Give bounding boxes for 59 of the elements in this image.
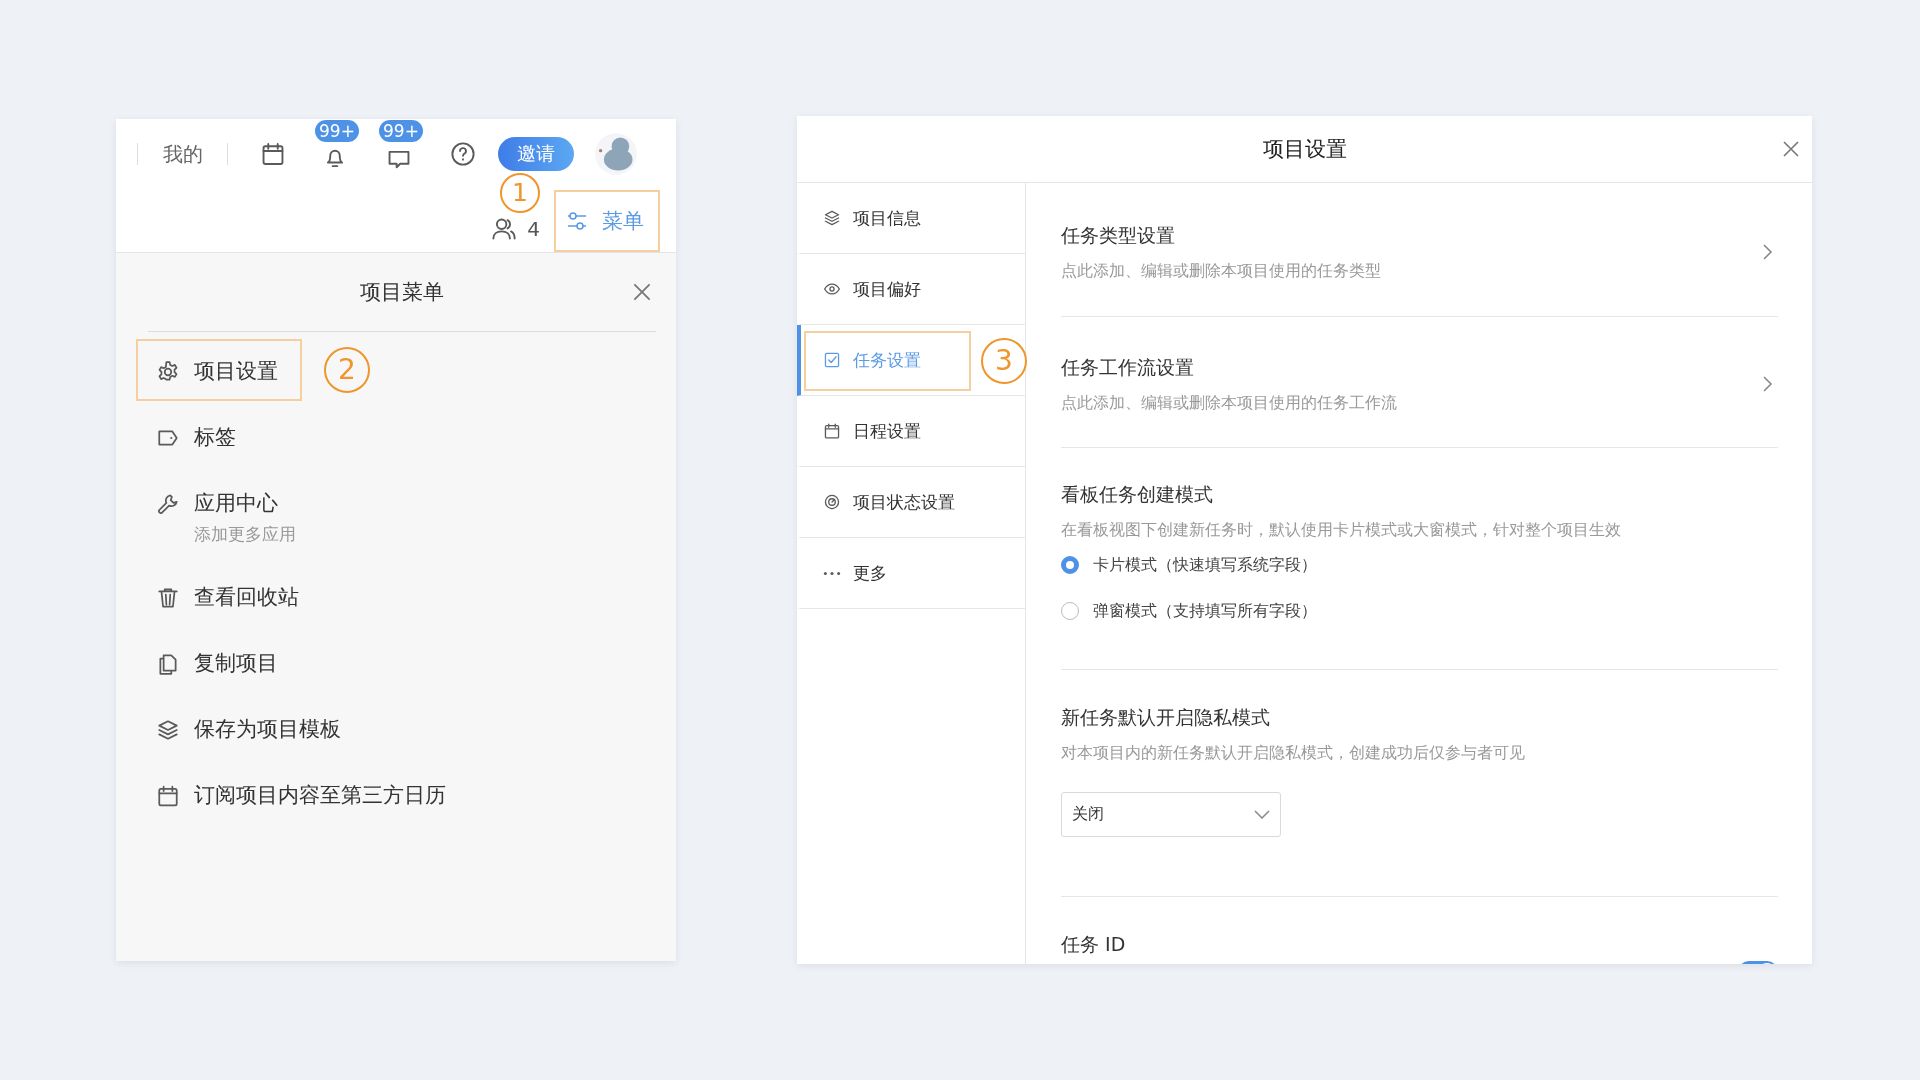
- dialog-title: 项目设置: [1262, 136, 1347, 163]
- menu-item-subtitle: 添加更多应用: [194, 523, 296, 545]
- member-count: 4: [527, 216, 540, 241]
- menu-item-label: 订阅项目内容至第三方日历: [194, 782, 446, 809]
- menu-item-label: 应用中心: [194, 490, 279, 517]
- target-icon: [823, 493, 841, 511]
- caret-icon: [1254, 809, 1270, 820]
- checkbox-icon: [823, 351, 841, 369]
- radio-button[interactable]: [1061, 602, 1079, 620]
- sidebar-item[interactable]: 日程设置: [797, 396, 1025, 467]
- menu-item[interactable]: 项目设置: [136, 338, 298, 404]
- section-description: 在看板视图下创建新任务时，默认使用卡片模式或大窗模式，针对整个项目生效: [1061, 520, 1622, 541]
- copy-icon: [156, 652, 180, 676]
- menu-item-label: 项目设置: [194, 358, 278, 385]
- more-icon: [823, 570, 841, 576]
- menu-item[interactable]: 复制项目: [136, 630, 298, 696]
- wrench-icon: [156, 492, 180, 516]
- my-tab[interactable]: 我的: [163, 140, 203, 168]
- calendar-icon: [156, 784, 180, 808]
- menu-item[interactable]: 订阅项目内容至第三方日历: [136, 762, 466, 828]
- trash-icon: [156, 586, 180, 610]
- menu-item-label: 保存为项目模板: [194, 716, 341, 743]
- sidebar-item[interactable]: 更多: [797, 538, 1025, 609]
- sliders-icon: [566, 209, 588, 232]
- help-icon[interactable]: [450, 141, 476, 167]
- menu-item[interactable]: 应用中心 添加更多应用: [136, 470, 316, 564]
- menu-item-label: 查看回收站: [194, 584, 299, 611]
- menu-item[interactable]: 查看回收站: [136, 564, 319, 630]
- dropdown-field[interactable]: 关闭: [1061, 792, 1281, 837]
- annotation-marker: 3: [981, 338, 1027, 384]
- section-description: 对本项目内的新任务默认开启隐私模式，创建成功后仅参与者可见: [1061, 743, 1526, 764]
- radio-label: 弹窗模式（支持填写所有字段）: [1093, 600, 1317, 622]
- menu-item-label: 标签: [194, 424, 236, 451]
- section-title: 任务 ID: [1061, 932, 1127, 957]
- menu-item[interactable]: 标签: [136, 404, 256, 470]
- settings-icon: [156, 360, 180, 384]
- radio-label: 卡片模式（快速填写系统字段）: [1093, 554, 1317, 576]
- section-title: 任务类型设置: [1061, 222, 1176, 248]
- section-title: 任务工作流设置: [1061, 355, 1195, 380]
- layers-icon: [823, 209, 841, 227]
- section-description: 点此添加、编辑或删除本项目使用的任务类型: [1061, 260, 1382, 282]
- sidebar-item[interactable]: 项目信息: [797, 183, 1025, 254]
- avatar-icon[interactable]: [594, 132, 638, 176]
- radio-button[interactable]: [1061, 556, 1079, 574]
- layers-icon: [156, 718, 180, 742]
- calendar-icon[interactable]: [260, 141, 286, 167]
- menu-title: 项目菜单: [360, 279, 444, 306]
- menu-item-label: 复制项目: [194, 650, 278, 677]
- sidebar-item[interactable]: 项目状态设置: [797, 467, 1025, 538]
- annotation-marker: 1: [500, 172, 540, 213]
- calendar-icon: [823, 422, 841, 440]
- count-badge: 99+: [379, 120, 423, 142]
- section-title: 看板任务创建模式: [1061, 482, 1214, 507]
- count-badge: 99+: [315, 120, 359, 142]
- section-description: 点此添加、编辑或删除本项目使用的任务工作流: [1061, 393, 1398, 414]
- menu-item[interactable]: 保存为项目模板: [136, 696, 361, 762]
- annotation-marker: 2: [324, 347, 370, 393]
- sidebar-item[interactable]: 项目偏好: [797, 254, 1025, 325]
- section-title: 新任务默认开启隐私模式: [1061, 705, 1271, 730]
